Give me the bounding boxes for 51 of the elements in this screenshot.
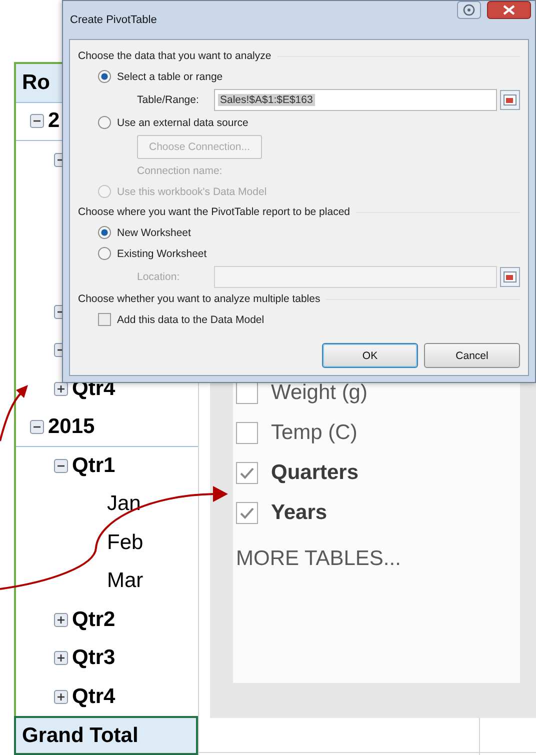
section-heading: Choose the data that you want to analyze bbox=[78, 50, 272, 62]
option-label: Use an external data source bbox=[117, 116, 248, 128]
collapse-icon[interactable] bbox=[30, 114, 44, 128]
field-label: Connection name: bbox=[137, 165, 222, 177]
section-heading: Choose where you want the PivotTable report to be placed bbox=[78, 206, 350, 218]
collapse-icon[interactable] bbox=[30, 420, 44, 434]
expand-icon[interactable] bbox=[54, 651, 68, 666]
cancel-button[interactable]: Cancel bbox=[424, 343, 520, 368]
arrow bbox=[0, 385, 28, 442]
range-picker-icon[interactable] bbox=[500, 90, 520, 110]
option-label: Existing Worksheet bbox=[117, 248, 207, 260]
field-label: Temp (C) bbox=[271, 421, 358, 445]
more-tables-link[interactable]: MORE TABLES... bbox=[236, 547, 401, 571]
row-label: Qtr4 bbox=[72, 684, 116, 709]
choose-connection-button: Choose Connection... bbox=[137, 135, 262, 159]
row-label: 2015 bbox=[48, 414, 95, 439]
window-title: Create PivotTable bbox=[70, 14, 157, 26]
expand-icon[interactable] bbox=[54, 690, 68, 704]
radio-button[interactable] bbox=[98, 116, 111, 129]
collapse-icon[interactable] bbox=[54, 458, 68, 473]
range-field[interactable]: Sales!$A$1:$E$163 bbox=[214, 88, 497, 110]
row-label: Mar bbox=[107, 569, 144, 594]
grand-total-cell[interactable]: Grand Total bbox=[14, 716, 198, 755]
row-label: Feb bbox=[107, 530, 144, 555]
checkbox[interactable] bbox=[236, 382, 258, 404]
field-label: Quarters bbox=[271, 461, 359, 485]
checkbox[interactable] bbox=[236, 422, 258, 444]
option-label: Add this data to the Data Model bbox=[117, 314, 264, 326]
radio-button[interactable] bbox=[98, 247, 111, 260]
range-picker-icon[interactable] bbox=[500, 266, 520, 286]
row-label: Jan bbox=[107, 492, 141, 516]
expand-icon[interactable] bbox=[54, 382, 68, 396]
row-label: Qtr3 bbox=[72, 646, 116, 670]
radio-button[interactable] bbox=[98, 226, 111, 239]
option-label: New Worksheet bbox=[117, 226, 191, 238]
option-label: Use this workbook's Data Model bbox=[117, 186, 267, 198]
row-label: 2 bbox=[48, 109, 60, 134]
expand-icon[interactable] bbox=[54, 612, 68, 627]
field-label: Years bbox=[271, 501, 328, 525]
field-label: Location: bbox=[137, 270, 181, 282]
field-label: Weight (g) bbox=[271, 381, 368, 405]
checkbox[interactable] bbox=[236, 462, 258, 484]
ok-button[interactable]: OK bbox=[322, 343, 418, 368]
close-icon[interactable] bbox=[487, 1, 531, 19]
row-label: Qtr2 bbox=[72, 608, 116, 632]
checkbox[interactable] bbox=[236, 502, 258, 524]
radio-button[interactable] bbox=[98, 70, 111, 83]
row-label: Qtr1 bbox=[72, 454, 116, 478]
checkbox[interactable] bbox=[98, 313, 111, 326]
field-label: Table/Range: bbox=[137, 94, 200, 106]
section-heading: Choose whether you want to analyze multiple tables bbox=[78, 293, 320, 305]
